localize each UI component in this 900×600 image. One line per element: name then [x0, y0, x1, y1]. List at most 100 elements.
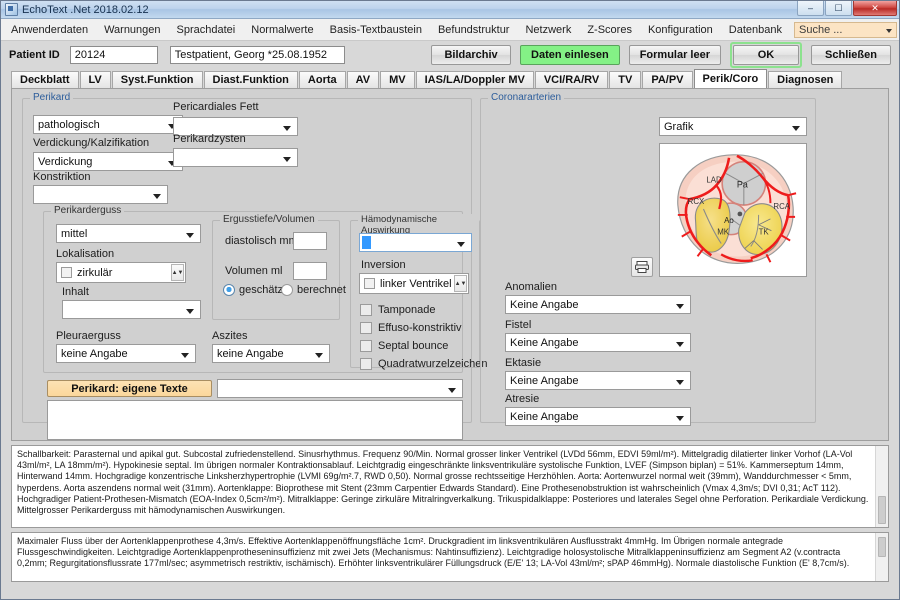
scrollbar-thumb[interactable] [878, 537, 886, 557]
radio-geschaetzt-label: geschätzt [239, 284, 287, 296]
inversion-list[interactable]: linker Ventrikel ▲▼ [359, 273, 469, 294]
coronar-view-value: Grafik [664, 120, 694, 133]
scrollbar-thumb[interactable] [878, 496, 886, 524]
coronar-view-combo[interactable]: Grafik [659, 117, 807, 136]
menu-item-befundstruktur[interactable]: Befundstruktur [430, 21, 518, 39]
perikard-eigene-texte-area[interactable] [47, 400, 463, 440]
konstriktion-combo[interactable] [33, 185, 168, 204]
checkbox-effuso-konstriktiv[interactable]: Effuso-konstriktiv [360, 322, 462, 334]
chevron-down-icon [676, 304, 684, 309]
verdickung-combo[interactable]: Verdickung [33, 152, 183, 171]
diastolisch-input[interactable] [293, 232, 327, 250]
chevron-down-icon [792, 126, 800, 131]
pleuraerguss-combo[interactable]: keine Angabe [56, 344, 196, 363]
menu-item-datenbank[interactable]: Datenbank [721, 21, 790, 39]
patient-id-field[interactable]: 20124 [69, 46, 158, 64]
menu-item-konfiguration[interactable]: Konfiguration [640, 21, 721, 39]
volumen-input[interactable] [293, 262, 327, 280]
formular-leer-button[interactable]: Formular leer [628, 45, 721, 65]
perikarderguss-grad-combo[interactable]: mittel [56, 224, 201, 243]
lokalisation-list[interactable]: zirkulär ▲▼ [56, 262, 186, 283]
window-title: EchoText .Net 2018.02.12 [22, 3, 149, 16]
findings-text: Schallbarkeit: Parasternal und apikal gu… [17, 449, 869, 516]
tab-diast-funktion[interactable]: Diast.Funktion [203, 71, 298, 88]
close-button[interactable]: ✕ [853, 1, 897, 16]
menu-item-z-scores[interactable]: Z-Scores [579, 21, 640, 39]
chevron-down-icon [448, 388, 456, 393]
tab-mv[interactable]: MV [380, 71, 415, 88]
atresie-combo[interactable]: Keine Angabe [505, 407, 691, 426]
menu-item-basis-textbaustein[interactable]: Basis-Textbaustein [322, 21, 430, 39]
spinner-icon[interactable]: ▲▼ [171, 264, 184, 281]
menu-item-warnungen[interactable]: Warnungen [96, 21, 168, 39]
inversion-label: Inversion [361, 259, 406, 271]
perikard-eigene-texte-button[interactable]: Perikard: eigene Texte [47, 380, 212, 397]
checkbox-tamponade[interactable]: Tamponade [360, 304, 436, 316]
action-buttons: Bildarchiv Daten einlesen Formular leer … [431, 42, 891, 68]
pericardiales-fett-label: Pericardiales Fett [173, 101, 259, 113]
perikard-eigene-texte-combo[interactable] [217, 379, 463, 398]
radio-berechnet[interactable]: berechnet [281, 284, 346, 296]
ektasie-combo[interactable]: Keine Angabe [505, 371, 691, 390]
schliessen-button[interactable]: Schließen [811, 45, 891, 65]
aszites-combo[interactable]: keine Angabe [212, 344, 330, 363]
printer-icon [635, 261, 649, 273]
tab-av[interactable]: AV [346, 71, 380, 88]
daten-einlesen-button[interactable]: Daten einlesen [520, 45, 620, 65]
radio-berechnet-label: berechnet [297, 284, 346, 296]
menu-item-netzwerk[interactable]: Netzwerk [517, 21, 579, 39]
checkbox-icon[interactable] [364, 278, 375, 289]
tab-ias-la-doppler-mv[interactable]: IAS/LA/Doppler MV [415, 71, 534, 88]
radio-icon [281, 284, 293, 296]
diastolisch-label: diastolisch mm [225, 235, 298, 247]
measurements-scrollbar[interactable] [875, 533, 888, 581]
perikard-status-combo[interactable]: pathologisch [33, 115, 183, 134]
tab-tv[interactable]: TV [609, 71, 642, 88]
chevron-down-icon [153, 194, 161, 199]
heart-diagram[interactable]: LAD Pa RCX Ao RCA MK TK [659, 143, 807, 277]
maximize-button[interactable]: ☐ [825, 1, 852, 16]
ok-button[interactable]: OK [733, 45, 799, 65]
menu-item-sprachdatei[interactable]: Sprachdatei [169, 21, 244, 39]
tab-vci-ra-rv[interactable]: VCI/RA/RV [534, 71, 609, 88]
menu-item-normalwerte[interactable]: Normalwerte [243, 21, 321, 39]
checkbox-effuso-konstriktiv-label: Effuso-konstriktiv [378, 322, 462, 334]
minimize-button[interactable]: – [797, 1, 824, 16]
tab-diagnosen[interactable]: Diagnosen [768, 71, 843, 88]
diagram-label-rca: RCA [773, 202, 790, 211]
radio-geschaetzt[interactable]: geschätzt [223, 284, 286, 296]
anomalien-combo[interactable]: Keine Angabe [505, 295, 691, 314]
measurements-textarea[interactable]: Maximaler Fluss über der Aortenklappenpr… [11, 532, 889, 582]
print-button[interactable] [631, 257, 653, 277]
haemodynamik-main-combo[interactable] [359, 233, 472, 252]
anomalien-label: Anomalien [505, 281, 557, 293]
checkbox-quadratwurzelzeichen[interactable]: Quadratwurzelzeichen [360, 358, 487, 370]
search-input[interactable]: Suche ... [794, 21, 897, 38]
findings-textarea[interactable]: Schallbarkeit: Parasternal und apikal gu… [11, 445, 889, 528]
tab-pa-pv[interactable]: PA/PV [642, 71, 693, 88]
tab-perik-coro[interactable]: Perik/Coro [693, 69, 768, 88]
tab-aorta[interactable]: Aorta [298, 71, 346, 88]
patient-name-field[interactable]: Testpatient, Georg *25.08.1952 [169, 46, 345, 64]
tab-syst-funktion[interactable]: Syst.Funktion [111, 71, 203, 88]
chevron-down-icon [676, 342, 684, 347]
menu-item-anwenderdaten[interactable]: Anwenderdaten [3, 21, 96, 39]
app-icon [5, 3, 18, 16]
checkbox-septal-bounce[interactable]: Septal bounce [360, 340, 448, 352]
bildarchiv-button[interactable]: Bildarchiv [431, 45, 512, 65]
findings-scrollbar[interactable] [875, 446, 888, 527]
lokalisation-label: Lokalisation [56, 248, 115, 260]
diagram-label-tk: TK [759, 228, 770, 237]
application-window: EchoText .Net 2018.02.12 – ☐ ✕ Anwenderd… [0, 0, 900, 600]
tab-deckblatt[interactable]: Deckblatt [11, 71, 79, 88]
checkbox-icon[interactable] [61, 267, 72, 278]
volumen-label: Volumen ml [225, 265, 283, 277]
tab-lv[interactable]: LV [79, 71, 111, 88]
inhalt-combo[interactable] [62, 300, 201, 319]
tab-content-perik-coro: Perikard pathologisch Pericardiales Fett… [11, 88, 889, 441]
perikardzysten-combo[interactable] [173, 148, 298, 167]
measurements-text: Maximaler Fluss über der Aortenklappenpr… [17, 536, 850, 569]
perikarderguss-grad-value: mittel [61, 227, 88, 240]
fistel-combo[interactable]: Keine Angabe [505, 333, 691, 352]
spinner-icon[interactable]: ▲▼ [454, 275, 467, 292]
